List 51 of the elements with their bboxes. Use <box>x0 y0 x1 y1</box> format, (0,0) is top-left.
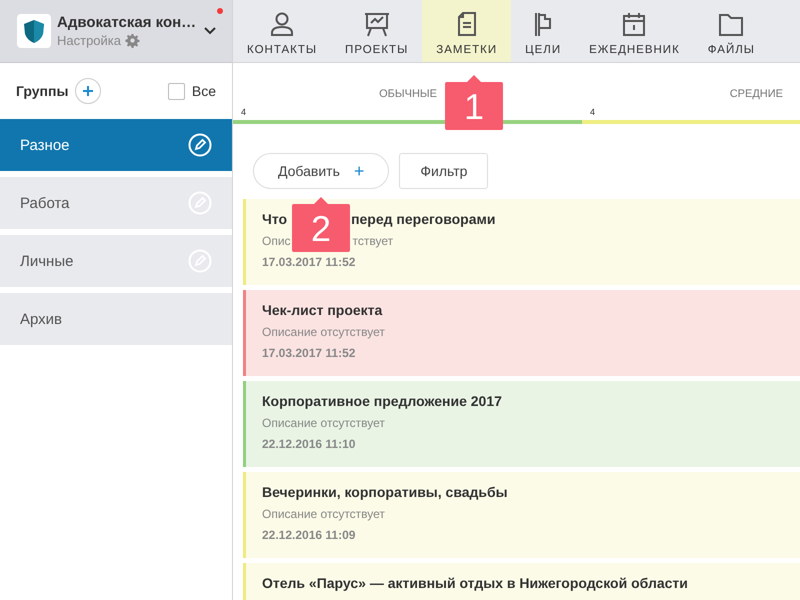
nav-tab[interactable]: ФАЙЛЫ <box>694 0 769 62</box>
nav-tab[interactable]: ЦЕЛИ <box>511 0 576 62</box>
all-checkbox[interactable] <box>168 82 185 100</box>
account-name: Адвокатская кон… <box>57 14 198 31</box>
account-header[interactable]: Адвокатская кон… Настройка <box>0 0 232 63</box>
note-title: перед переговорами <box>351 211 496 227</box>
note-card[interactable]: Вечеринки, корпоративы, свадьбы Описание отсутствует 22.12.2016 11:09 <box>243 472 800 558</box>
group-item[interactable]: Разное <box>0 119 232 171</box>
nav-tab[interactable]: ЕЖЕДНЕВНИК <box>575 0 694 62</box>
step-number-callout: 1 <box>445 75 503 130</box>
filter-button[interactable]: Фильтр <box>399 153 488 189</box>
note-title: Что <box>262 211 288 227</box>
nav-tab[interactable]: ЗАМЕТКИ <box>422 0 512 62</box>
note-date: 17.03.2017 11:52 <box>262 255 356 269</box>
shield-logo-icon <box>17 14 51 48</box>
priority-label: СРЕДНИЕ <box>730 88 783 100</box>
note-title: Вечеринки, корпоративы, свадьбы <box>262 484 508 500</box>
gear-icon[interactable] <box>125 33 140 48</box>
plus-icon <box>82 85 94 97</box>
note-description: Описание отсутствует <box>262 325 385 339</box>
note-title: Чек-лист проекта <box>262 302 382 318</box>
note-description: Опис <box>262 234 291 248</box>
note-card[interactable]: Отель «Парус» — активный отдых в Нижегородской области <box>243 563 800 600</box>
nav-tab[interactable]: ПРОЕКТЫ <box>331 0 422 62</box>
chevron-down-icon[interactable] <box>204 27 216 35</box>
groups-title: Группы <box>16 83 68 99</box>
add-button[interactable]: Добавить + <box>253 153 390 189</box>
note-date: 17.03.2017 11:52 <box>262 346 356 360</box>
priority-label: ОБЫЧНЫЕ <box>379 88 437 100</box>
board-icon <box>364 10 390 36</box>
note-title: Корпоративное предложение 2017 <box>262 393 502 409</box>
all-label: Все <box>192 83 216 99</box>
note-description: Описание отсутствует <box>262 416 385 430</box>
note-date: 22.12.2016 11:10 <box>262 437 356 451</box>
note-title: Отель «Парус» — активный отдых в Нижегородской области <box>262 575 688 591</box>
edit-pencil-icon[interactable] <box>188 133 212 157</box>
priority-count: 4 <box>241 107 248 117</box>
note-description: Описание отсутствует <box>262 507 385 521</box>
note-card[interactable]: Чек-лист проекта Описание отсутствует 17.03.2017 11:52 <box>243 290 800 376</box>
group-item[interactable]: Архив <box>0 293 232 345</box>
nav-tab[interactable]: КОНТАКТЫ <box>233 0 332 62</box>
calendar-icon <box>621 10 648 36</box>
person-icon <box>269 10 296 36</box>
note-date: 22.12.2016 11:09 <box>262 528 356 542</box>
note-card[interactable]: Корпоративное предложение 2017 Описание отсутствует 22.12.2016 11:10 <box>243 381 800 467</box>
add-group-button[interactable] <box>75 78 102 104</box>
priority-count: 4 <box>590 107 596 117</box>
group-item[interactable]: Работа <box>0 177 232 229</box>
note-description: тствует <box>352 234 394 248</box>
step-number-callout: 2 <box>292 197 350 252</box>
group-item[interactable]: Личные <box>0 235 232 287</box>
